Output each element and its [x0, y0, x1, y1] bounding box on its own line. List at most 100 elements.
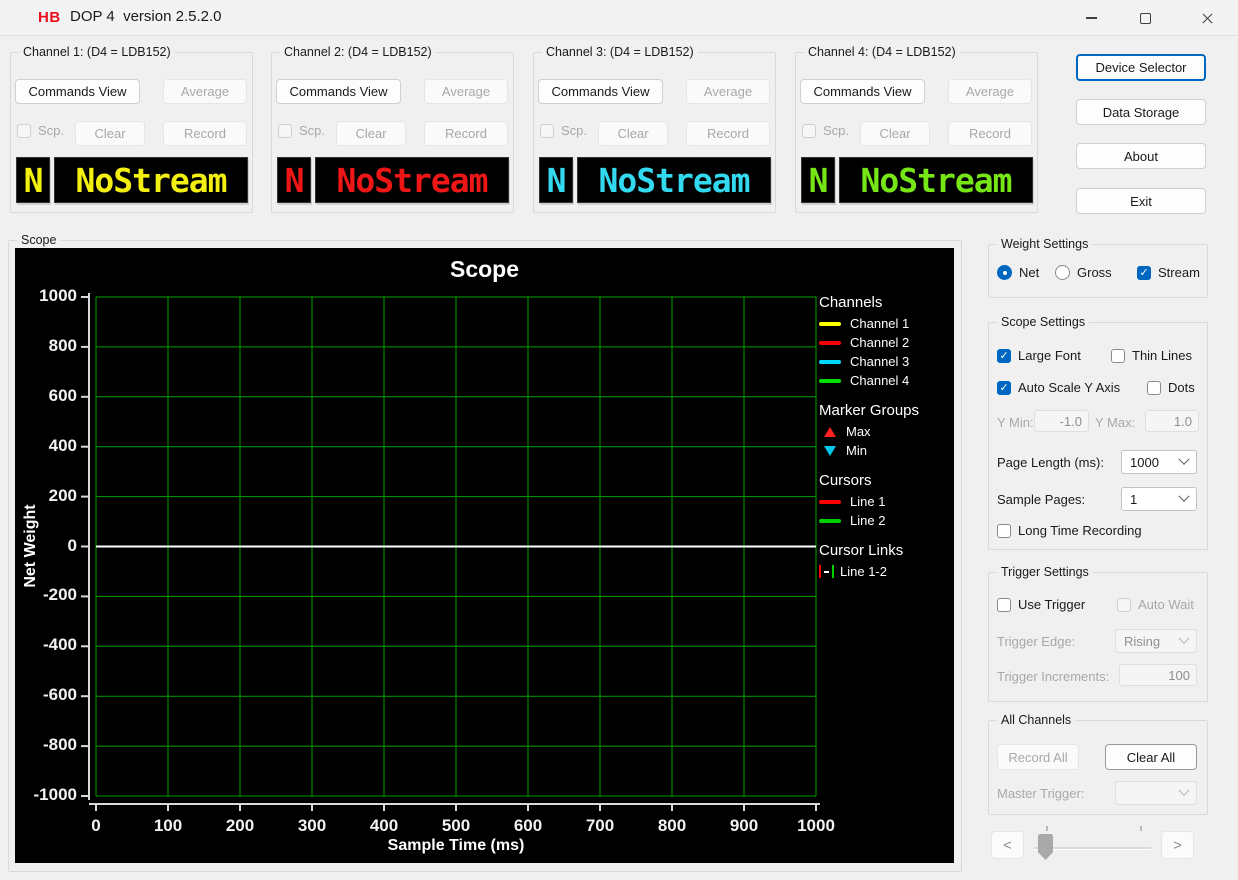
channel-3-scope-checkbox-row[interactable]: Scp. — [540, 123, 587, 138]
stream-checkbox-label: Stream — [1158, 265, 1200, 280]
channel-3-commands-view-button[interactable]: Commands View — [538, 79, 663, 104]
weight-settings-title: Weight Settings — [997, 237, 1092, 252]
legend-item-label: Line 2 — [850, 513, 885, 528]
net-radio-row[interactable]: Net — [997, 265, 1039, 280]
sample-pages-dropdown[interactable]: 1 — [1121, 487, 1197, 511]
channel-1-clear-button: Clear — [75, 121, 145, 146]
data-storage-button[interactable]: Data Storage — [1076, 99, 1206, 125]
channel-1-stream-status: NoStream — [54, 157, 248, 203]
dots-label: Dots — [1168, 380, 1195, 395]
x-tick-label: 700 — [564, 816, 636, 836]
page-length-value: 1000 — [1130, 455, 1159, 470]
legend-line-swatch — [819, 379, 841, 383]
channel-2-scope-checkbox-label: Scp. — [299, 123, 325, 138]
y-tick-label: -600 — [15, 685, 77, 705]
y-tick-label: 1000 — [15, 286, 77, 306]
all-channels-group: All Channels Record All Clear All Master… — [988, 720, 1208, 815]
channel-3-clear-button: Clear — [598, 121, 668, 146]
legend-item-label: Min — [846, 443, 867, 458]
all-channels-title: All Channels — [997, 713, 1075, 728]
legend-item: Channel 4 — [819, 371, 953, 390]
channel-2-group-title: Channel 2: (D4 = LDB152) — [280, 45, 436, 60]
channel-2-record-button: Record — [424, 121, 508, 146]
titlebar: HB DOP 4 version 2.5.2.0 — [0, 0, 1238, 36]
legend-line-swatch — [819, 519, 841, 523]
use-trigger-checkbox — [997, 598, 1011, 612]
stream-checkbox — [1137, 266, 1151, 280]
close-button[interactable] — [1184, 0, 1230, 36]
channel-4-group-title: Channel 4: (D4 = LDB152) — [804, 45, 960, 60]
channel-3-scope-checkbox-label: Scp. — [561, 123, 587, 138]
sample-pages-label: Sample Pages: — [997, 492, 1085, 507]
long-time-recording-checkbox-row[interactable]: Long Time Recording — [997, 523, 1142, 538]
legend-item: Channel 3 — [819, 352, 953, 371]
use-trigger-checkbox-row[interactable]: Use Trigger — [997, 597, 1085, 612]
about-button[interactable]: About — [1076, 143, 1206, 169]
channel-1-commands-view-button[interactable]: Commands View — [15, 79, 140, 104]
x-tick-label: 800 — [636, 816, 708, 836]
close-icon — [1201, 12, 1214, 25]
auto-wait-checkbox — [1117, 598, 1131, 612]
legend-item-label: Channel 1 — [850, 316, 909, 331]
channel-3-record-button: Record — [686, 121, 770, 146]
net-radio-label: Net — [1019, 265, 1039, 280]
channel-1-average-button: Average — [163, 79, 247, 104]
auto-scale-checkbox-row[interactable]: Auto Scale Y Axis — [997, 380, 1120, 395]
net-radio — [997, 265, 1012, 280]
legend-item: Channel 1 — [819, 314, 953, 333]
y-tick-label: -1000 — [15, 785, 77, 805]
legend-item: Line 2 — [819, 511, 953, 530]
channel-2-scope-checkbox-row[interactable]: Scp. — [278, 123, 325, 138]
channel-2-stream-status: NoStream — [315, 157, 509, 203]
trigger-edge-dropdown: Rising — [1115, 629, 1197, 653]
legend-item: Min — [819, 441, 953, 460]
dots-checkbox-row[interactable]: Dots — [1147, 380, 1195, 395]
x-tick-label: 500 — [420, 816, 492, 836]
cursor-link-icon — [819, 565, 834, 578]
thin-lines-checkbox-row[interactable]: Thin Lines — [1111, 348, 1192, 363]
minimize-button[interactable] — [1068, 0, 1114, 36]
use-trigger-label: Use Trigger — [1018, 597, 1085, 612]
long-time-recording-checkbox — [997, 524, 1011, 538]
x-tick-label: 600 — [492, 816, 564, 836]
channel-4-scope-checkbox — [802, 124, 816, 138]
scroll-right-button[interactable]: > — [1161, 831, 1194, 859]
channel-4-status-indicator: N — [801, 157, 835, 203]
trigger-edge-value: Rising — [1124, 634, 1160, 649]
gross-radio — [1055, 265, 1070, 280]
maximize-button[interactable] — [1122, 0, 1168, 36]
large-font-checkbox-row[interactable]: Large Font — [997, 348, 1081, 363]
scope-canvas[interactable]: Scope 10008006004002000-200-400-600-800-… — [15, 248, 954, 863]
legend-item: Line 1 — [819, 492, 953, 511]
app-logo: HB — [38, 9, 61, 26]
channel-3-average-button: Average — [686, 79, 770, 104]
channel-2-group: Channel 2: (D4 = LDB152) Commands View A… — [271, 52, 514, 213]
channel-2-scope-checkbox — [278, 124, 292, 138]
channel-1-scope-checkbox-label: Scp. — [38, 123, 64, 138]
maximize-icon — [1140, 13, 1151, 24]
channel-4-commands-view-button[interactable]: Commands View — [800, 79, 925, 104]
auto-scale-y-axis-label: Auto Scale Y Axis — [1018, 380, 1120, 395]
channel-1-scope-checkbox-row[interactable]: Scp. — [17, 123, 64, 138]
legend-item: Channel 2 — [819, 333, 953, 352]
channel-4-scope-checkbox-row[interactable]: Scp. — [802, 123, 849, 138]
page-length-dropdown[interactable]: 1000 — [1121, 450, 1197, 474]
scroll-left-button[interactable]: < — [991, 831, 1024, 859]
page-slider-thumb[interactable] — [1038, 834, 1053, 860]
legend-item-label: Channel 2 — [850, 335, 909, 350]
device-selector-button[interactable]: Device Selector — [1076, 54, 1206, 81]
minimize-icon — [1086, 17, 1097, 19]
weight-settings-group: Weight Settings Net Gross Stream — [988, 244, 1208, 298]
scope-group: Scope Scope 10008006004002000-200-400-60… — [8, 240, 962, 872]
stream-checkbox-row[interactable]: Stream — [1137, 265, 1200, 280]
x-tick-label: 0 — [60, 816, 132, 836]
legend-item-label: Line 1 — [850, 494, 885, 509]
trigger-settings-title: Trigger Settings — [997, 565, 1093, 580]
channel-2-commands-view-button[interactable]: Commands View — [276, 79, 401, 104]
channel-3-scope-checkbox — [540, 124, 554, 138]
exit-button[interactable]: Exit — [1076, 188, 1206, 214]
gross-radio-row[interactable]: Gross — [1055, 265, 1112, 280]
master-trigger-label: Master Trigger: — [997, 786, 1084, 801]
clear-all-button[interactable]: Clear All — [1105, 744, 1197, 770]
x-tick-label: 900 — [708, 816, 780, 836]
